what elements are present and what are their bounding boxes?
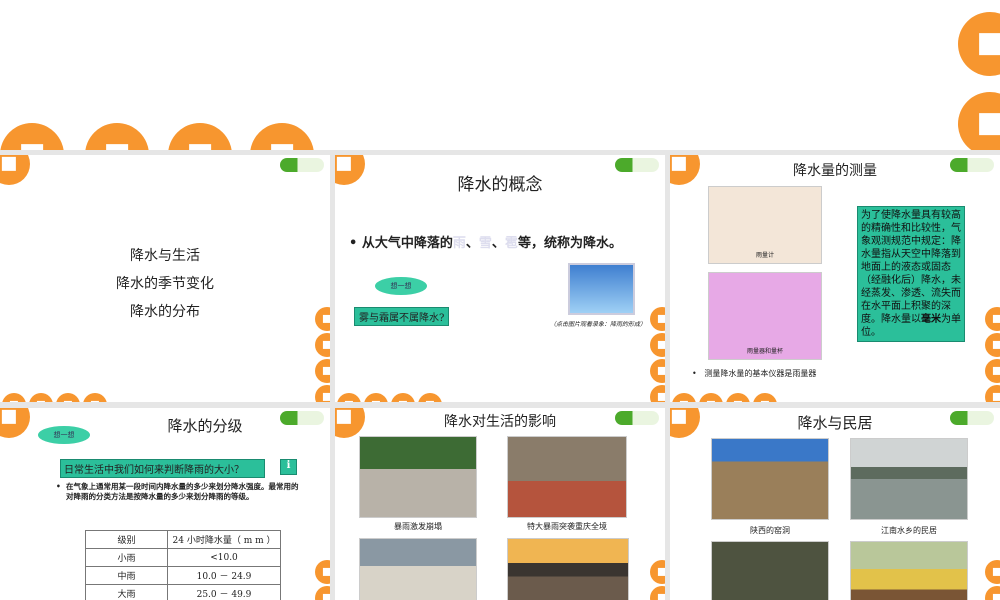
coin-decoration [985, 586, 1000, 600]
snow-sheep-photo [359, 538, 477, 600]
question-box: 日常生活中我们如何来判断降雨的大小？ [60, 459, 265, 478]
slide-thumbnail-2[interactable]: 降水的概念 • 从大气中降落的雨、雪、雹等，统称为降水。 想一想 雾与霜属不属降… [335, 155, 665, 402]
coin-decoration [2, 393, 26, 402]
think-cloud: 想一想 [38, 426, 90, 444]
coin-decoration [650, 385, 665, 402]
previous-slides-row [0, 0, 1000, 150]
coin-decoration [985, 560, 1000, 584]
video-caption: （点击图片观看录象：降雨的形成） [550, 321, 647, 328]
coin-decoration [315, 359, 330, 383]
coin-decoration [315, 385, 330, 402]
coin-decoration [418, 393, 442, 402]
coin-decoration [650, 586, 665, 600]
coin-decoration [315, 307, 330, 331]
slide-title: 降水量的测量 [793, 163, 877, 179]
definition-box: 为了使降水量具有较高的精确性和比较性，气象观测规范中规定：降水量指从天空中降落到… [857, 206, 965, 342]
slide-thumbnail-3[interactable]: 降水量的测量 雨量计 雨量器和量杯 为了使降水量具有较高的精确性和比较性，气象观… [670, 155, 1000, 402]
slide-title: 降水与民居 [797, 414, 873, 432]
coin-decoration [650, 560, 665, 584]
coin-decoration [0, 408, 30, 438]
coin-decoration [315, 586, 330, 600]
site-logo [280, 158, 324, 172]
coin-decoration [364, 393, 388, 402]
coin-decoration [699, 393, 723, 402]
cave-dwelling-photo [711, 438, 829, 520]
coin-decoration [29, 393, 53, 402]
topic-3: 降水的分布 [130, 304, 200, 320]
definition-bullet: • 从大气中降落的雨、雪、雹等，统称为降水。 [349, 236, 622, 251]
slide-title: 降水的分级 [167, 417, 243, 435]
coin-decoration [650, 307, 665, 331]
drought-photo [507, 538, 629, 600]
tulou-photo [711, 541, 829, 600]
slide-thumbnail-6[interactable]: 降水与民居 陕西的窑洞 江南水乡的民居 [670, 408, 1000, 600]
classification-bullet: • 在气象上通常用某一段时间内降水量的多少来划分降水强度。最常用的对降雨的分类方… [56, 482, 299, 501]
topic-2: 降水的季节变化 [116, 276, 214, 292]
coin-decoration [83, 393, 107, 402]
coin-decoration [985, 307, 1000, 331]
think-cloud: 想一想 [375, 277, 427, 295]
instrument-bullet: • 测量降水量的基本仪器是雨量器 [692, 369, 817, 378]
coin-decoration [0, 123, 64, 150]
coin-decoration [985, 333, 1000, 357]
slide-thumbnail-1[interactable]: 降水与生活 降水的季节变化 降水的分布 [0, 155, 330, 402]
rain-grade-table: 级别 24 小时降水量（ m m ） 小雨 <10.0 中雨 10.0 － 24.9 … [85, 530, 281, 600]
thatched-house-photo [850, 541, 968, 600]
slide-title: 降水的概念 [457, 175, 543, 195]
slide-thumbnail-4[interactable]: 降水的分级 想一想 日常生活中我们如何来判断降雨的大小？ i • 在气象上通常用… [0, 408, 330, 600]
slide-title: 降水对生活的影响 [444, 414, 556, 430]
rain-gauge-parts-image: 雨量器和量杯 [708, 272, 822, 360]
coin-decoration [85, 123, 149, 150]
coin-decoration [315, 333, 330, 357]
coin-decoration [315, 560, 330, 584]
coin-decoration [985, 385, 1000, 402]
video-thumbnail[interactable] [568, 263, 635, 315]
coin-decoration [391, 393, 415, 402]
coin-decoration [958, 92, 1000, 150]
question-box: 雾与霜属不属降水? [354, 307, 450, 326]
water-town-photo [850, 438, 968, 520]
info-button[interactable]: i [280, 459, 297, 475]
coin-decoration [250, 123, 314, 150]
photo-caption: 江南水乡的民居 [881, 526, 937, 535]
coin-decoration [168, 123, 232, 150]
coin-decoration [0, 155, 30, 185]
photo-caption: 特大暴雨突袭重庆全境 [527, 522, 607, 531]
coin-decoration [337, 393, 361, 402]
coin-decoration [958, 12, 1000, 76]
slide-thumbnail-5[interactable]: 降水对生活的影响 暴雨激发崩塌 特大暴雨突袭重庆全境 [335, 408, 665, 600]
coin-decoration [726, 393, 750, 402]
photo-caption: 陕西的窑洞 [750, 526, 790, 535]
coin-decoration [985, 359, 1000, 383]
flood-photo [507, 436, 627, 518]
coin-decoration [650, 333, 665, 357]
coin-decoration [672, 393, 696, 402]
topic-1: 降水与生活 [130, 248, 200, 264]
rain-gauge-image: 雨量计 [708, 186, 822, 264]
photo-caption: 暴雨激发崩塌 [394, 522, 442, 531]
landslide-photo [359, 436, 477, 518]
coin-decoration [56, 393, 80, 402]
coin-decoration [753, 393, 777, 402]
coin-decoration [650, 359, 665, 383]
